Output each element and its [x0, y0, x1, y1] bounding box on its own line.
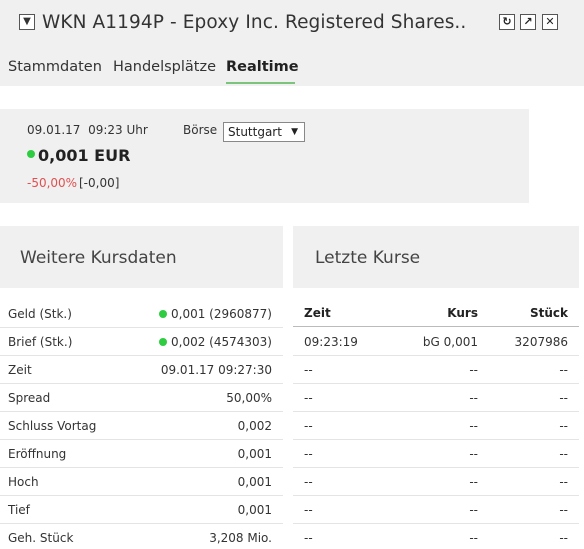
collapse-toggle-icon[interactable]: ▼	[19, 14, 35, 30]
table-row: -- -- --	[293, 440, 579, 468]
cell-stueck: --	[559, 447, 568, 461]
kursdaten-value: 0,002	[237, 419, 272, 433]
column-header-zeit: Zeit	[304, 306, 331, 320]
table-row: -- -- --	[293, 496, 579, 524]
cell-stueck: --	[559, 503, 568, 517]
status-dot-icon	[159, 338, 168, 346]
kursdaten-row: Geh. Stück 3,208 Mio.	[0, 524, 283, 549]
kursdaten-value-text: 0,002 (4574303)	[171, 335, 272, 349]
cell-kurs: --	[469, 419, 478, 433]
cell-zeit: --	[304, 363, 313, 377]
boerse-select[interactable]: Stuttgart ▼	[223, 122, 305, 142]
table-row: -- -- --	[293, 524, 579, 549]
dropdown-arrow-icon: ▼	[291, 127, 298, 137]
cell-kurs: --	[469, 475, 478, 489]
quote-summary: 09.01.17 09:23 Uhr Börse Stuttgart ▼ 0,0…	[0, 109, 529, 203]
quote-time: 09:23 Uhr	[88, 123, 148, 137]
cell-kurs: --	[469, 447, 478, 461]
window-title: WKN A1194P - Epoxy Inc. Registered Share…	[42, 12, 467, 33]
kursdaten-value: 0,001	[237, 447, 272, 461]
cell-stueck: --	[559, 531, 568, 545]
weitere-kursdaten-header: Weitere Kursdaten	[0, 226, 283, 288]
cell-zeit: --	[304, 419, 313, 433]
quote-change-absolute: [-0,00]	[79, 176, 120, 190]
kursdaten-value: 09.01.17 09:27:30	[160, 363, 272, 377]
tab-bar: Stammdaten Handelsplätze Realtime	[0, 46, 584, 86]
cell-kurs: --	[469, 531, 478, 545]
tab-handelsplaetze[interactable]: Handelsplätze	[113, 59, 216, 75]
weitere-kursdaten-title: Weitere Kursdaten	[20, 248, 177, 268]
kursdaten-label: Geh. Stück	[8, 531, 74, 545]
cell-zeit: --	[304, 531, 313, 545]
kursdaten-value: 0,002 (4574303)	[159, 335, 272, 349]
table-row: -- -- --	[293, 356, 579, 384]
column-header-stueck: Stück	[529, 306, 568, 320]
kursdaten-value: 0,001	[237, 503, 272, 517]
kursdaten-label: Eröffnung	[8, 447, 67, 461]
active-tab-indicator	[226, 82, 295, 84]
boerse-selected-value: Stuttgart	[228, 125, 282, 139]
kursdaten-row: Zeit 09.01.17 09:27:30	[0, 356, 283, 384]
tab-stammdaten[interactable]: Stammdaten	[8, 59, 102, 75]
cell-kurs: --	[469, 503, 478, 517]
letzte-kurse-title: Letzte Kurse	[315, 248, 421, 268]
kursdaten-row: Geld (Stk.) 0,001 (2960877)	[0, 300, 283, 328]
kursdaten-label: Hoch	[8, 475, 39, 489]
table-row: -- -- --	[293, 384, 579, 412]
cell-kurs: bG 0,001	[422, 335, 478, 349]
boerse-label: Börse	[183, 123, 218, 137]
letzte-kurse-table-header: Zeit Kurs Stück	[293, 300, 579, 327]
kursdaten-value: 0,001 (2960877)	[159, 307, 272, 321]
cell-zeit: --	[304, 503, 313, 517]
table-row: -- -- --	[293, 468, 579, 496]
status-dot-icon	[159, 310, 168, 318]
kursdaten-row: Hoch 0,001	[0, 468, 283, 496]
quote-date: 09.01.17	[27, 123, 81, 137]
kursdaten-value: 50,00%	[226, 391, 272, 405]
cell-stueck: 3207986	[514, 335, 568, 349]
kursdaten-row: Eröffnung 0,001	[0, 440, 283, 468]
tab-realtime[interactable]: Realtime	[226, 59, 299, 75]
table-row: 09:23:19 bG 0,001 3207986	[293, 328, 579, 356]
quote-price: 0,001 EUR	[38, 146, 131, 165]
kursdaten-value: 0,001	[237, 475, 272, 489]
kursdaten-value-text: 0,001 (2960877)	[171, 307, 272, 321]
quote-timestamp: 09.01.17 09:23 Uhr	[27, 123, 148, 137]
cell-kurs: --	[469, 391, 478, 405]
cell-zeit: 09:23:19	[304, 335, 358, 349]
kursdaten-label: Zeit	[8, 363, 32, 377]
cell-kurs: --	[469, 363, 478, 377]
kursdaten-label: Geld (Stk.)	[8, 307, 72, 321]
cell-zeit: --	[304, 475, 313, 489]
table-row: -- -- --	[293, 412, 579, 440]
cell-stueck: --	[559, 419, 568, 433]
kursdaten-value: 3,208 Mio.	[209, 531, 272, 545]
kursdaten-row: Spread 50,00%	[0, 384, 283, 412]
kursdaten-row: Tief 0,001	[0, 496, 283, 524]
column-header-kurs: Kurs	[447, 306, 478, 320]
cell-stueck: --	[559, 363, 568, 377]
kursdaten-row: Brief (Stk.) 0,002 (4574303)	[0, 328, 283, 356]
popout-icon[interactable]: ↗	[520, 14, 536, 30]
kursdaten-label: Schluss Vortag	[8, 419, 97, 433]
kursdaten-label: Tief	[8, 503, 30, 517]
window-titlebar: ▼ WKN A1194P - Epoxy Inc. Registered Sha…	[0, 0, 584, 46]
kursdaten-label: Brief (Stk.)	[8, 335, 73, 349]
refresh-icon[interactable]: ↻	[499, 14, 515, 30]
kursdaten-label: Spread	[8, 391, 51, 405]
status-dot-icon	[27, 150, 35, 158]
cell-zeit: --	[304, 391, 313, 405]
quote-change-percent: -50,00%	[27, 176, 78, 190]
letzte-kurse-header: Letzte Kurse	[293, 226, 579, 288]
cell-stueck: --	[559, 391, 568, 405]
cell-stueck: --	[559, 475, 568, 489]
cell-zeit: --	[304, 447, 313, 461]
kursdaten-row: Schluss Vortag 0,002	[0, 412, 283, 440]
close-icon[interactable]: ✕	[542, 14, 558, 30]
